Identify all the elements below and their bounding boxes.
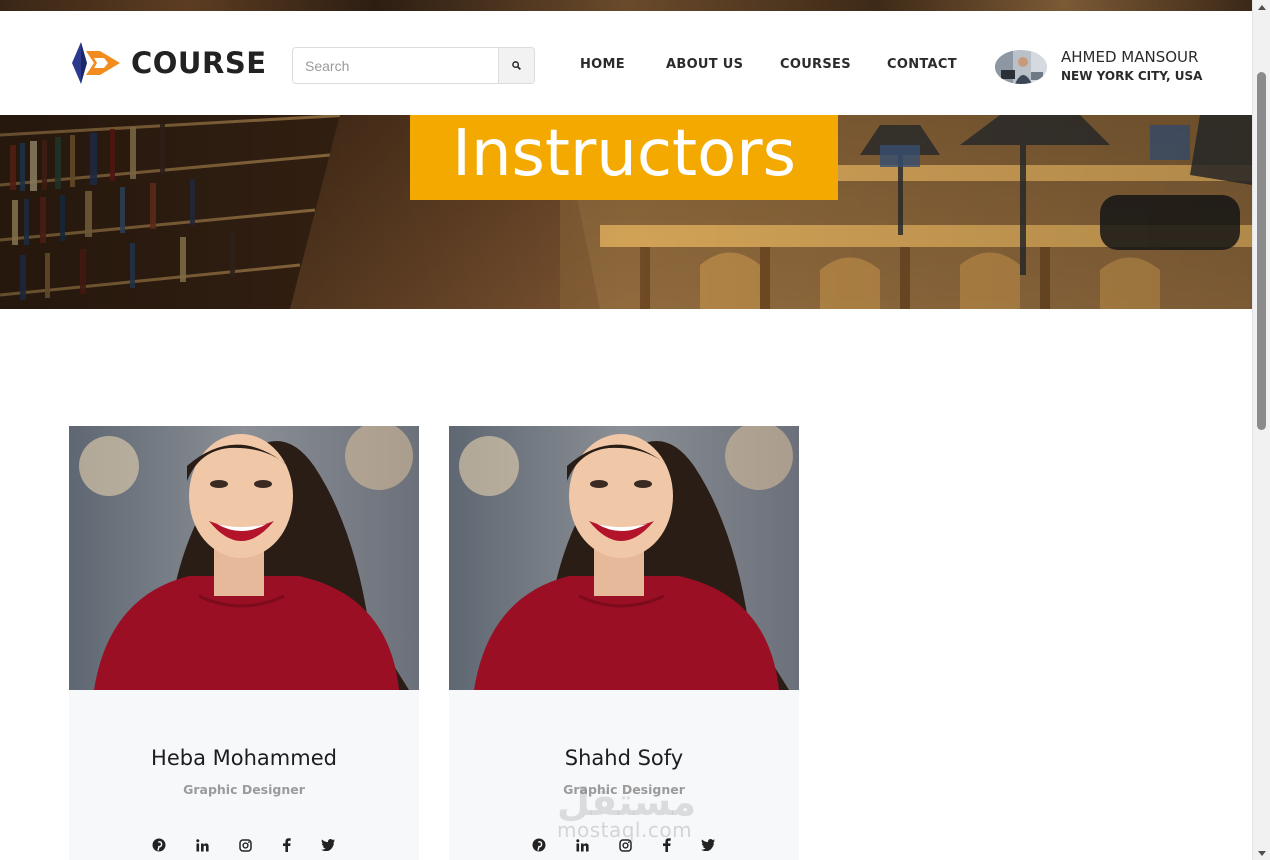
scroll-down-arrow-icon[interactable] [1253,846,1270,860]
instructor-role: Graphic Designer [563,782,685,797]
search-button[interactable] [498,48,534,83]
twitter-icon[interactable] [319,836,337,854]
instructor-role: Graphic Designer [183,782,305,797]
page-title: Instructors [452,116,796,191]
instructor-photo[interactable] [449,426,799,690]
scroll-up-arrow-icon[interactable] [1253,0,1270,14]
instagram-icon[interactable] [616,836,634,854]
search-box [292,47,535,84]
linkedin-icon[interactable] [573,836,591,854]
search-input[interactable] [293,48,498,83]
hero-image-strip [0,0,1252,11]
brand-logo[interactable]: COURSE [70,41,267,85]
vertical-scrollbar[interactable] [1252,0,1270,860]
pinterest-icon[interactable] [150,836,168,854]
instructor-photo[interactable] [69,426,419,690]
search-icon [512,61,521,70]
twitter-icon[interactable] [699,836,717,854]
nav-home[interactable]: HOME [580,57,625,72]
user-name: AHMED MANSOUR [1061,48,1199,66]
logo-icon [72,42,120,84]
facebook-icon[interactable] [277,836,295,854]
pinterest-icon[interactable] [530,836,548,854]
social-links [69,836,419,854]
site-header: COURSE HOME ABOUT US COURSES CONTACT [0,11,1252,115]
page: COURSE HOME ABOUT US COURSES CONTACT [0,0,1252,860]
instructor-name: Shahd Sofy [564,746,684,770]
linkedin-icon[interactable] [193,836,211,854]
instagram-icon[interactable] [236,836,254,854]
instructor-name: Heba Mohammed [151,746,337,770]
hero-title-box: Instructors [410,115,838,200]
instructor-card: Shahd Sofy Graphic Designer [449,426,799,860]
brand-name: COURSE [131,46,267,80]
nav-about-us[interactable]: ABOUT US [666,57,743,72]
instructor-card: Heba Mohammed Graphic Designer [69,426,419,860]
social-links [449,836,799,854]
nav-contact[interactable]: CONTACT [887,57,957,72]
user-location: NEW YORK CITY, USA [1061,69,1203,83]
scrollbar-thumb[interactable] [1257,72,1266,430]
nav-courses[interactable]: COURSES [780,57,851,72]
avatar[interactable] [995,50,1047,84]
facebook-icon[interactable] [657,836,675,854]
user-profile[interactable]: AHMED MANSOUR NEW YORK CITY, USA [995,48,1202,86]
